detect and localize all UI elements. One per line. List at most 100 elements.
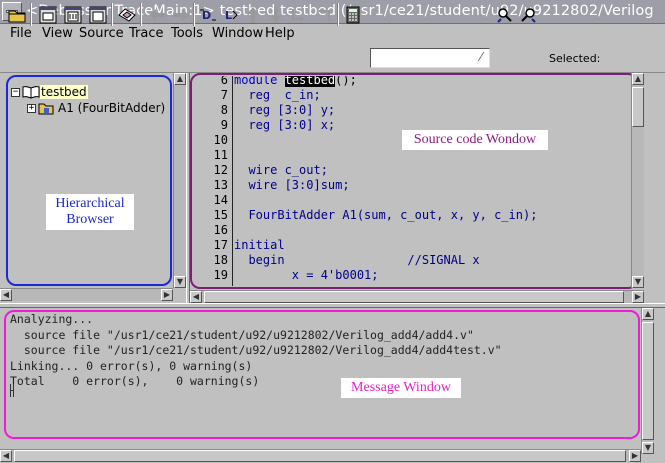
code-text[interactable]: x = 4'b0001; bbox=[234, 268, 379, 282]
search-backward-icon[interactable] bbox=[517, 4, 538, 25]
code-gutter-divider bbox=[232, 76, 233, 286]
selected-label: Selected: bbox=[549, 52, 601, 65]
message-log[interactable]: Analyzing... source file "/usr1/ce21/stu… bbox=[10, 312, 630, 434]
down-arrow-icon[interactable] bbox=[265, 4, 286, 25]
line-number: 16 bbox=[213, 223, 228, 237]
tree-row-a1[interactable]: + A1 (FourBitAdder) bbox=[27, 100, 165, 116]
module-folder-icon bbox=[38, 103, 54, 115]
book-icon bbox=[22, 86, 40, 99]
menu-window[interactable]: Window bbox=[212, 26, 263, 41]
menu-file[interactable]: File bbox=[10, 26, 32, 41]
code-text[interactable]: initial bbox=[234, 238, 285, 252]
line-number: 13 bbox=[213, 178, 228, 192]
search-forward-icon[interactable] bbox=[494, 4, 515, 25]
code-line: 8 reg [3:0] y; bbox=[192, 103, 632, 118]
line-number: 7 bbox=[220, 88, 228, 102]
text-cursor-icon bbox=[10, 384, 14, 397]
code-text[interactable]: wire [3:0]sum; bbox=[234, 178, 349, 192]
scroll-down-icon[interactable]: ▼ bbox=[632, 276, 644, 288]
calculator-icon[interactable] bbox=[342, 4, 363, 25]
schematic-view-icon[interactable] bbox=[37, 4, 58, 25]
code-text[interactable]: begin //SIGNAL x bbox=[234, 253, 479, 267]
scroll-thumb[interactable] bbox=[204, 291, 624, 303]
line-number: 18 bbox=[213, 253, 228, 267]
message-vscroll[interactable]: ▲ ▼ bbox=[641, 308, 654, 454]
scroll-thumb[interactable] bbox=[14, 450, 626, 462]
code-text[interactable]: reg [3:0] x; bbox=[234, 118, 335, 132]
driver-icon[interactable]: D bbox=[197, 4, 218, 25]
tree-label-a1[interactable]: A1 (FourBitAdder) bbox=[58, 101, 165, 115]
expand-toggle-icon[interactable]: + bbox=[27, 103, 36, 113]
horizontal-splitter[interactable] bbox=[0, 303, 665, 308]
menu-view[interactable]: View bbox=[42, 26, 73, 41]
collapse-toggle-icon[interactable]: − bbox=[11, 87, 20, 97]
scroll-thumb[interactable] bbox=[632, 87, 644, 127]
scroll-thumb[interactable] bbox=[642, 322, 654, 440]
line-number: 8 bbox=[220, 103, 228, 117]
code-line: 7 reg c_in; bbox=[192, 88, 632, 103]
source-window-annotation-text: Source code Wondow bbox=[413, 132, 537, 147]
message-line: Linking... 0 error(s), 0 warning(s) bbox=[10, 358, 253, 373]
menu-bar: File View Source Trace Tools Window Help bbox=[0, 24, 665, 44]
hierarchical-browser-annotation-text: Hierarchical Browser bbox=[55, 196, 125, 227]
back-arrow-icon[interactable] bbox=[146, 4, 167, 25]
waveform-view-icon[interactable] bbox=[62, 4, 83, 25]
menu-tools[interactable]: Tools bbox=[171, 26, 203, 41]
code-text[interactable]: reg c_in; bbox=[234, 88, 320, 102]
line-number: 10 bbox=[213, 133, 228, 147]
scroll-left-icon[interactable]: ◀ bbox=[190, 291, 202, 303]
message-window-annotation: Message Window bbox=[341, 378, 461, 398]
scroll-right-icon[interactable]: ▶ bbox=[629, 450, 641, 462]
forward-arrow-icon[interactable] bbox=[170, 4, 191, 25]
message-line: source file "/usr1/ce21/student/u92/u921… bbox=[10, 327, 474, 342]
trace-back-icon[interactable] bbox=[288, 4, 309, 25]
code-line: 13 wire [3:0]sum; bbox=[192, 178, 632, 193]
combo-dropdown-icon[interactable]: ⁄ bbox=[474, 50, 488, 66]
source-code-area[interactable]: 6 module testbed(); 7 reg c_in; 8 reg [3:… bbox=[192, 76, 632, 286]
vertical-splitter[interactable] bbox=[186, 73, 190, 303]
find-icon[interactable] bbox=[116, 4, 137, 25]
source-hscroll[interactable]: ◀ ▶ bbox=[190, 290, 644, 303]
load-icon[interactable]: L bbox=[219, 4, 240, 25]
up-arrow-icon[interactable] bbox=[242, 4, 263, 25]
hierarchy-vscroll[interactable]: ▲ ▼ bbox=[173, 73, 186, 288]
message-hscroll[interactable]: ◀ ▶ bbox=[0, 449, 641, 462]
code-line: 6 module testbed(); bbox=[192, 76, 632, 88]
source-vscroll[interactable]: ▲ ▼ bbox=[631, 73, 644, 288]
highlighted-token[interactable]: testbed bbox=[284, 76, 336, 87]
source-window-annotation: Source code Wondow bbox=[402, 130, 548, 150]
search-input[interactable] bbox=[370, 48, 490, 68]
code-line: 11 bbox=[192, 148, 632, 163]
scroll-left-icon[interactable]: ◀ bbox=[0, 450, 12, 462]
scroll-right-icon[interactable]: ▶ bbox=[161, 289, 173, 301]
scroll-right-icon[interactable]: ▶ bbox=[632, 291, 644, 303]
line-number: 12 bbox=[213, 163, 228, 177]
hierarchy-hscroll[interactable]: ◀ ▶ bbox=[0, 288, 173, 301]
line-number: 15 bbox=[213, 208, 228, 222]
menu-help[interactable]: Help bbox=[265, 26, 295, 41]
code-text[interactable]: reg [3:0] y; bbox=[234, 103, 335, 117]
code-line: 14 bbox=[192, 193, 632, 208]
tree-row-testbed[interactable]: − testbed bbox=[11, 84, 88, 100]
scroll-up-icon[interactable]: ▲ bbox=[632, 73, 644, 85]
code-text[interactable]: wire c_out; bbox=[234, 163, 327, 177]
scroll-up-icon[interactable]: ▲ bbox=[174, 73, 186, 85]
scroll-up-icon[interactable]: ▲ bbox=[642, 308, 654, 320]
trace-forward-icon[interactable] bbox=[312, 4, 333, 25]
svg-text:D: D bbox=[202, 9, 211, 22]
message-line: Total 0 error(s), 0 warning(s) bbox=[10, 374, 260, 388]
code-line: 17 initial bbox=[192, 238, 632, 253]
scroll-down-icon[interactable]: ▼ bbox=[174, 276, 186, 288]
menu-source[interactable]: Source bbox=[79, 26, 124, 41]
code-line: 19 x = 4'b0001; bbox=[192, 268, 632, 283]
code-text[interactable]: FourBitAdder A1(sum, c_out, x, y, c_in); bbox=[234, 208, 537, 222]
code-line: 15 FourBitAdder A1(sum, c_out, x, y, c_i… bbox=[192, 208, 632, 223]
scroll-left-icon[interactable]: ◀ bbox=[0, 289, 12, 301]
menu-trace[interactable]: Trace bbox=[129, 26, 164, 41]
tree-label-testbed[interactable]: testbed bbox=[40, 85, 88, 99]
open-folder-icon[interactable] bbox=[6, 4, 27, 25]
scroll-down-icon[interactable]: ▼ bbox=[642, 442, 654, 454]
message-window-annotation-text: Message Window bbox=[351, 380, 451, 395]
state-view-icon[interactable] bbox=[87, 4, 108, 25]
message-line: Analyzing... bbox=[10, 312, 94, 326]
